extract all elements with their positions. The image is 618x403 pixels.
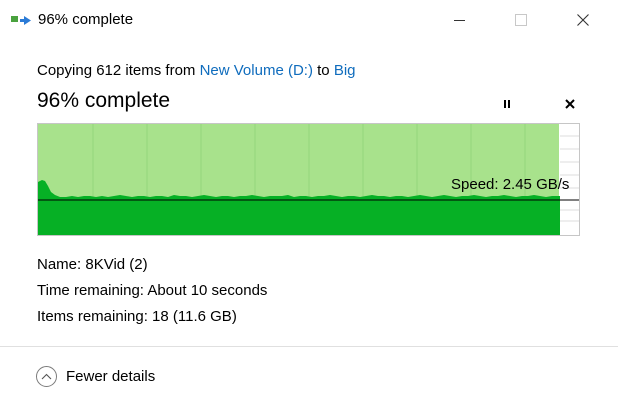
- pause-button[interactable]: [496, 94, 518, 114]
- fewer-details-button[interactable]: Fewer details: [36, 363, 155, 389]
- detail-time-value: About 10 seconds: [147, 282, 268, 299]
- source-link[interactable]: New Volume (D:): [200, 62, 313, 79]
- detail-items-value: 18 (11.6 GB): [152, 308, 237, 325]
- detail-time-label: Time remaining:: [37, 282, 144, 299]
- detail-items-remaining: Items remaining: 18 (11.6 GB): [37, 308, 237, 325]
- copy-prefix: Copying 612 items from: [37, 62, 200, 79]
- copy-middle: to: [312, 62, 334, 79]
- detail-name: Name: 8KVid (2): [37, 256, 148, 273]
- close-icon: [577, 14, 589, 26]
- destination-link[interactable]: Big: [334, 62, 356, 79]
- close-window-button[interactable]: [558, 0, 608, 40]
- minimize-icon: [453, 19, 465, 21]
- detail-items-label: Items remaining:: [37, 308, 148, 325]
- maximize-icon: [515, 14, 527, 26]
- copy-description: Copying 612 items from New Volume (D:) t…: [37, 62, 356, 79]
- maximize-button[interactable]: [496, 0, 546, 40]
- cancel-copy-button[interactable]: [559, 93, 581, 115]
- pause-icon-bar-left: [504, 100, 506, 108]
- minimize-button[interactable]: [434, 0, 484, 40]
- progress-heading: 96% complete: [37, 89, 171, 112]
- copy-files-icon: [11, 14, 33, 28]
- copy-progress-dialog: 96% complete Copying 612 items from New …: [0, 0, 618, 403]
- window-title: 96% complete: [38, 11, 134, 28]
- speed-readout: Speed: 2.45 GB/s: [451, 176, 570, 193]
- detail-name-value: 8KVid (2): [85, 256, 148, 273]
- fewer-details-label: Fewer details: [66, 367, 156, 385]
- pause-icon-bar-right: [508, 100, 510, 108]
- detail-time-remaining: Time remaining: About 10 seconds: [37, 282, 267, 299]
- title-bar[interactable]: 96% complete: [0, 0, 618, 40]
- close-icon: [565, 99, 575, 109]
- chevron-up-icon: [36, 365, 57, 387]
- detail-name-label: Name:: [37, 256, 82, 273]
